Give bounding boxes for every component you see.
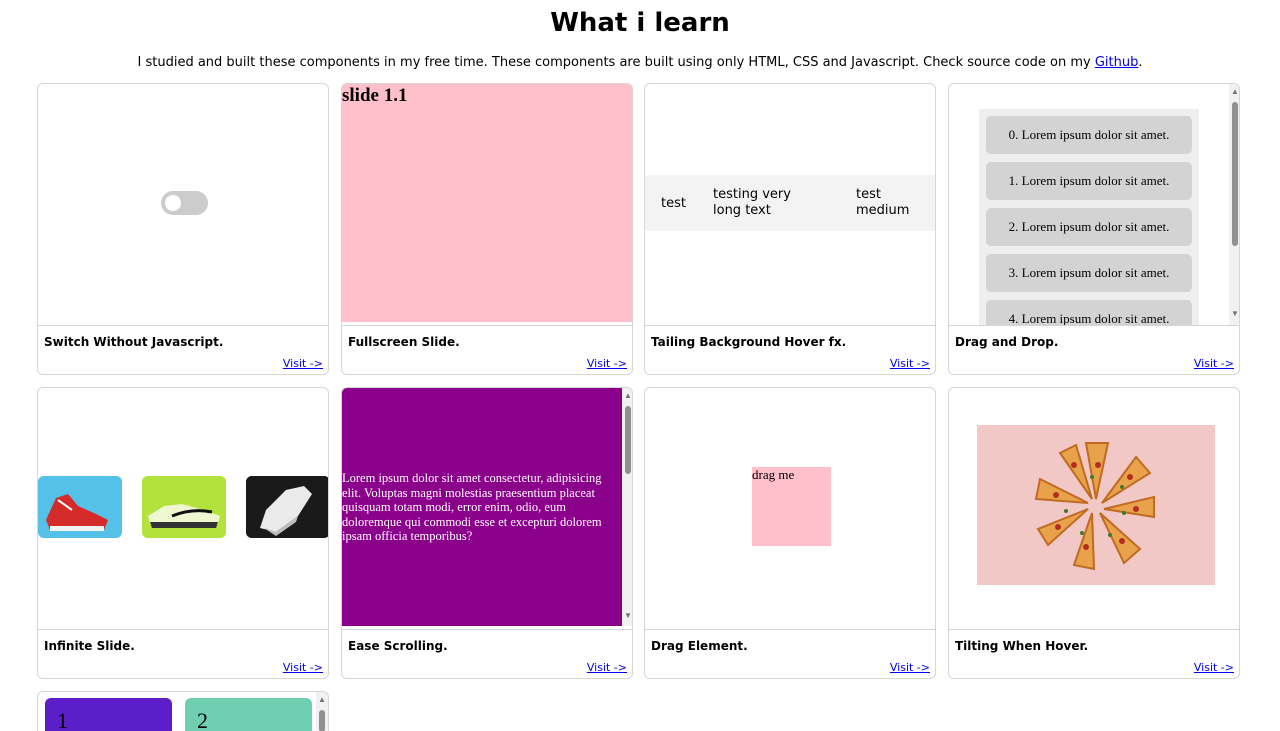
card-preview: slide 1.1 bbox=[342, 84, 632, 325]
scroll-down-icon[interactable]: ▼ bbox=[622, 611, 632, 620]
card-title: Drag and Drop. bbox=[955, 335, 1059, 349]
draggable-box[interactable]: drag me bbox=[752, 467, 831, 546]
red-sneaker-image bbox=[38, 476, 122, 538]
visit-link[interactable]: Visit -> bbox=[283, 357, 323, 370]
scrollbar[interactable]: ▲ ▼ bbox=[622, 388, 632, 626]
hover-row[interactable]: test testing very long text test medium bbox=[645, 175, 935, 231]
card-preview bbox=[38, 388, 328, 629]
card-title: Infinite Slide. bbox=[44, 639, 135, 653]
scroll-thumb[interactable] bbox=[319, 710, 325, 731]
subtitle-text: I studied and built these components in … bbox=[137, 55, 1095, 70]
page-subtitle: I studied and built these components in … bbox=[0, 55, 1280, 70]
card-infinite-slide: Infinite Slide. Visit -> bbox=[37, 387, 329, 679]
scrollbar[interactable]: ▲ ▼ bbox=[1229, 84, 1239, 325]
pizza-image[interactable] bbox=[977, 425, 1215, 585]
hover-cell: testing very long text bbox=[713, 187, 791, 218]
card-preview bbox=[38, 84, 328, 325]
drag-item[interactable]: 4. Lorem ipsum dolor sit amet. bbox=[986, 300, 1192, 325]
visit-link[interactable]: Visit -> bbox=[1194, 357, 1234, 370]
card-footer: Ease Scrolling. Visit -> bbox=[342, 629, 632, 678]
scroll-down-icon[interactable]: ▼ bbox=[1229, 309, 1239, 318]
card-footer: Tailing Background Hover fx. Visit -> bbox=[645, 325, 935, 374]
mini-slide: 1 bbox=[45, 698, 172, 731]
github-link[interactable]: Github bbox=[1095, 55, 1139, 70]
card-footer: Switch Without Javascript. Visit -> bbox=[38, 325, 328, 374]
subtitle-end: . bbox=[1138, 55, 1143, 70]
card-preview bbox=[949, 388, 1239, 629]
card-footer: Drag Element. Visit -> bbox=[645, 629, 935, 678]
scroll-thumb[interactable] bbox=[1232, 102, 1238, 246]
page-title: What i learn bbox=[550, 8, 730, 38]
card-footer: Drag and Drop. Visit -> bbox=[949, 325, 1239, 374]
mini-slide: 2 bbox=[185, 698, 312, 731]
card-title: Switch Without Javascript. bbox=[44, 335, 224, 349]
visit-link[interactable]: Visit -> bbox=[1194, 661, 1234, 674]
slide-label: slide 1.1 bbox=[342, 85, 408, 106]
scroll-up-icon[interactable]: ▲ bbox=[1229, 87, 1239, 96]
visit-link[interactable]: Visit -> bbox=[890, 357, 930, 370]
visit-link[interactable]: Visit -> bbox=[283, 661, 323, 674]
slide-panel: slide 1.1 bbox=[342, 84, 632, 322]
white-sneaker-image bbox=[246, 476, 328, 538]
scroll-text: Lorem ipsum dolor sit amet consectetur, … bbox=[342, 471, 602, 543]
scroll-thumb[interactable] bbox=[625, 406, 631, 474]
card-drag-drop: 0. Lorem ipsum dolor sit amet. 1. Lorem … bbox=[948, 83, 1240, 375]
drag-item[interactable]: 2. Lorem ipsum dolor sit amet. bbox=[986, 208, 1192, 246]
scrollbar[interactable]: ▲ bbox=[316, 692, 328, 731]
card-title: Tailing Background Hover fx. bbox=[651, 335, 847, 349]
visit-link[interactable]: Visit -> bbox=[890, 661, 930, 674]
card-title: Ease Scrolling. bbox=[348, 639, 448, 653]
card-tailing-hover: test testing very long text test medium … bbox=[644, 83, 936, 375]
card-title: Fullscreen Slide. bbox=[348, 335, 460, 349]
drag-item[interactable]: 3. Lorem ipsum dolor sit amet. bbox=[986, 254, 1192, 292]
card-footer: Infinite Slide. Visit -> bbox=[38, 629, 328, 678]
card-title: Tilting When Hover. bbox=[955, 639, 1089, 653]
card-preview: test testing very long text test medium bbox=[645, 84, 935, 325]
scroll-up-icon[interactable]: ▲ bbox=[622, 391, 632, 400]
card-drag-element: drag me Drag Element. Visit -> bbox=[644, 387, 936, 679]
drag-item[interactable]: 1. Lorem ipsum dolor sit amet. bbox=[986, 162, 1192, 200]
card-footer: Fullscreen Slide. Visit -> bbox=[342, 325, 632, 374]
visit-link[interactable]: Visit -> bbox=[587, 661, 627, 674]
card-tilting: Tilting When Hover. Visit -> bbox=[948, 387, 1240, 679]
scroll-up-icon[interactable]: ▲ bbox=[316, 695, 328, 704]
lime-sneaker-image bbox=[142, 476, 226, 538]
card-fullscreen-slide: slide 1.1 Fullscreen Slide. Visit -> bbox=[341, 83, 633, 375]
drag-list: 0. Lorem ipsum dolor sit amet. 1. Lorem … bbox=[979, 109, 1199, 325]
card-title: Drag Element. bbox=[651, 639, 748, 653]
drag-item[interactable]: 0. Lorem ipsum dolor sit amet. bbox=[986, 116, 1192, 154]
hover-cell: test bbox=[661, 196, 686, 211]
card-ease-scrolling: Lorem ipsum dolor sit amet consectetur, … bbox=[341, 387, 633, 679]
switch-knob bbox=[165, 195, 181, 211]
card-preview: drag me bbox=[645, 388, 935, 629]
card-footer: Tilting When Hover. Visit -> bbox=[949, 629, 1239, 678]
card-preview: 0. Lorem ipsum dolor sit amet. 1. Lorem … bbox=[949, 84, 1239, 325]
card-preview: Lorem ipsum dolor sit amet consectetur, … bbox=[342, 388, 632, 629]
scroll-panel: Lorem ipsum dolor sit amet consectetur, … bbox=[342, 388, 623, 626]
card-partial: 1 2 ▲ bbox=[37, 691, 329, 731]
drag-box-label: drag me bbox=[752, 467, 795, 482]
toggle-switch-icon[interactable] bbox=[161, 191, 208, 215]
visit-link[interactable]: Visit -> bbox=[587, 357, 627, 370]
card-switch: Switch Without Javascript. Visit -> bbox=[37, 83, 329, 375]
hover-cell: test medium bbox=[856, 187, 910, 218]
